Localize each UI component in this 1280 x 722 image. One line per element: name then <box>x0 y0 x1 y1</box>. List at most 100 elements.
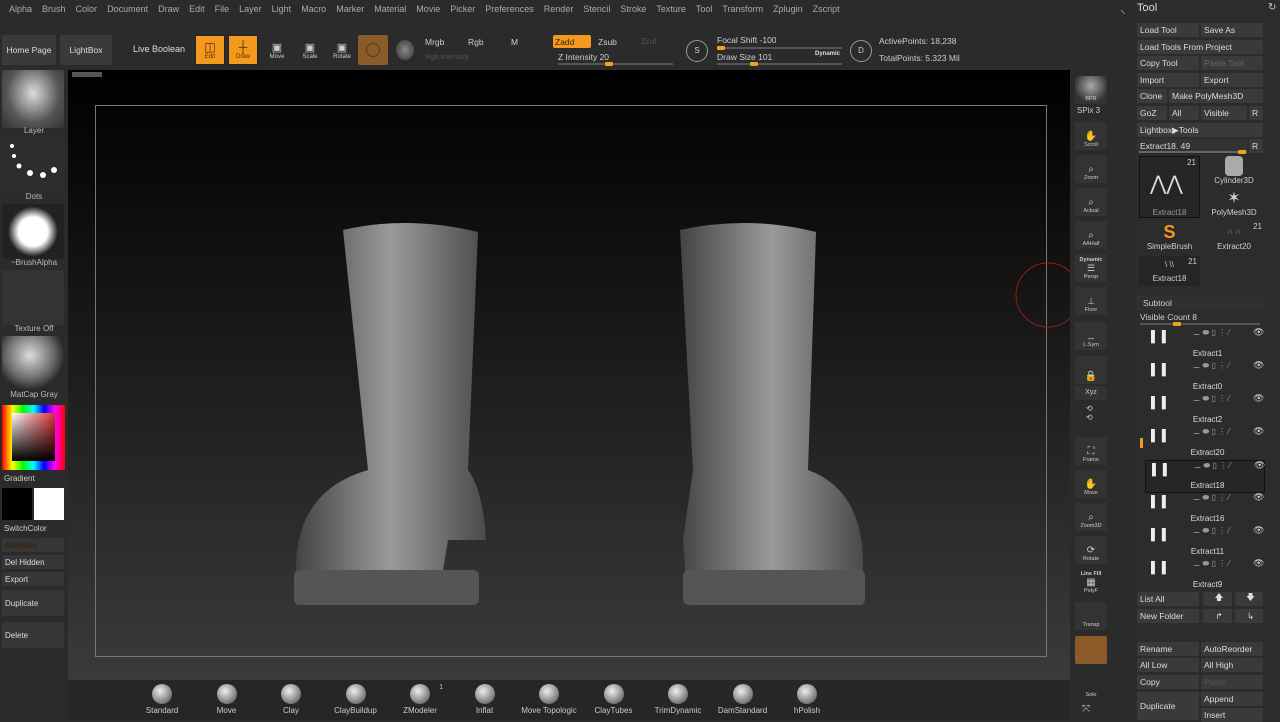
eye-icon[interactable]: 👁 <box>1254 460 1265 471</box>
scale-button[interactable]: ▣ Scale <box>295 35 325 65</box>
auto-reorder-button[interactable]: AutoReorder <box>1201 642 1263 656</box>
make-polymesh-button[interactable]: Make PolyMesh3D <box>1169 89 1263 103</box>
brush-move-topologic[interactable]: Move Topologic <box>514 684 584 715</box>
goz-visible-button[interactable]: Visible <box>1201 106 1247 120</box>
lock-button[interactable]: 🔒 <box>1075 356 1107 384</box>
export-tool-button[interactable]: Export <box>1201 73 1263 87</box>
eye-icon[interactable]: 👁 <box>1253 360 1264 371</box>
material-swatch[interactable] <box>358 35 388 65</box>
zadd-button[interactable]: Zadd <box>553 35 591 48</box>
brush-claytubes[interactable]: ClayTubes <box>579 684 649 715</box>
menu-render[interactable]: Render <box>539 4 579 14</box>
lazy-mouse-s-icon[interactable]: S <box>686 40 708 62</box>
aahalf-button[interactable]: ⌕ AAHalf <box>1075 221 1107 249</box>
spix-slider[interactable]: SPix 3 <box>1077 106 1100 115</box>
secondary-color[interactable] <box>2 488 32 520</box>
list-all-button[interactable]: List All <box>1137 592 1199 606</box>
lightbox-button[interactable]: LightBox <box>60 35 112 65</box>
stroke-dots-thumb[interactable] <box>2 138 64 193</box>
goz-button[interactable]: GoZ <box>1137 106 1167 120</box>
brush-clay[interactable]: Clay <box>256 684 326 715</box>
all-high-button[interactable]: All High <box>1201 658 1263 672</box>
eye-icon[interactable]: 👁 <box>1253 558 1264 569</box>
tool-thumb-cylinder3d[interactable]: Cylinder3D <box>1203 156 1265 188</box>
scroll-handle[interactable] <box>72 72 102 77</box>
mrgb-button[interactable]: Mrgb <box>425 37 444 47</box>
gradient-label[interactable]: Gradient <box>4 474 35 483</box>
delete-button[interactable]: Delete <box>2 622 64 648</box>
folder-in-button[interactable]: ↱ <box>1203 609 1232 623</box>
zsub-button[interactable]: Zsub <box>598 37 617 47</box>
dynamic-d-icon[interactable]: D <box>850 40 872 62</box>
copy-subtool-button[interactable]: Copy <box>1137 675 1199 689</box>
subtool-toggles[interactable]: ⚊ ⬬ ▯ ⋮ ⁄ <box>1193 427 1230 437</box>
color-picker[interactable] <box>2 405 65 470</box>
layer-brush-thumb[interactable] <box>2 70 64 128</box>
persp-button[interactable]: Dynamic ☰ Persp <box>1075 254 1107 282</box>
edit-button[interactable]: ◫ Edit <box>195 35 225 65</box>
floor-button[interactable]: ⊥ Floor <box>1075 287 1107 315</box>
goz-r-button[interactable]: R <box>1249 106 1263 120</box>
menu-light[interactable]: Light <box>267 4 297 14</box>
live-boolean-button[interactable]: Live Boolean <box>133 44 185 54</box>
solo-button[interactable]: Solo <box>1075 672 1107 700</box>
import-button[interactable]: Import <box>1137 73 1199 87</box>
brush-hpolish[interactable]: hPolish <box>772 684 842 715</box>
rgb-intensity-slider[interactable]: Rgb Intensity <box>425 52 469 61</box>
rotate-button[interactable]: ▣ Rotate <box>327 35 357 65</box>
export-button[interactable]: Export <box>2 572 64 586</box>
brush-zmodeler[interactable]: ZModeler 1 <box>385 684 455 715</box>
rotate-view-button[interactable]: ⟳ Rotate <box>1075 536 1107 564</box>
subtool-toggles[interactable]: ⚊ ⬬ ▯ ⋮ ⁄ <box>1193 394 1230 404</box>
zoom-button[interactable]: ⌕ Zoom <box>1075 155 1107 183</box>
frame-button[interactable]: ⛶ Frame <box>1075 437 1107 465</box>
move-view-button[interactable]: ✋ Move <box>1075 470 1107 498</box>
menu-stencil[interactable]: Stencil <box>578 4 615 14</box>
ghost-button[interactable] <box>1075 636 1107 664</box>
subtool-toggles[interactable]: ⚊ ⬬ ▯ ⋮ ⁄ <box>1194 461 1231 471</box>
paste-tool-button[interactable]: Paste Tool <box>1201 56 1263 70</box>
m-button[interactable]: M <box>511 37 518 47</box>
copy-tool-button[interactable]: Copy Tool <box>1137 56 1199 70</box>
menu-movie[interactable]: Movie <box>411 4 445 14</box>
focal-shift-slider[interactable] <box>717 46 842 50</box>
menu-file[interactable]: File <box>210 4 235 14</box>
menu-marker[interactable]: Marker <box>331 4 369 14</box>
append-button[interactable]: Append <box>1201 692 1263 706</box>
menu-preferences[interactable]: Preferences <box>480 4 539 14</box>
rename-button[interactable]: Rename <box>1137 642 1199 656</box>
move-down-button[interactable]: 🡇 <box>1235 592 1263 606</box>
subtool-toggles[interactable]: ⚊ ⬬ ▯ ⋮ ⁄ <box>1193 328 1230 338</box>
menu-picker[interactable]: Picker <box>445 4 480 14</box>
lightbox-tools-button[interactable]: Lightbox▶Tools <box>1137 123 1263 137</box>
new-folder-button[interactable]: New Folder <box>1137 609 1199 623</box>
all-low-button[interactable]: All Low <box>1137 658 1199 672</box>
eye-icon[interactable]: 👁 <box>1253 327 1264 338</box>
duplicate-button[interactable]: Duplicate <box>2 590 64 616</box>
menu-edit[interactable]: Edit <box>184 4 210 14</box>
brush-claybuildup[interactable]: ClayBuildup <box>321 684 391 715</box>
dynamic-toggle[interactable]: Dynamic <box>815 51 840 57</box>
eye-icon[interactable]: 👁 <box>1253 492 1264 503</box>
primary-color[interactable] <box>34 488 64 520</box>
save-as-button[interactable]: Save As <box>1201 23 1263 37</box>
brush-inflat[interactable]: Inflat <box>450 684 520 715</box>
menu-tool[interactable]: Tool <box>691 4 718 14</box>
scroll-button[interactable]: ✋ Scroll <box>1075 122 1107 150</box>
menu-brush[interactable]: Brush <box>37 4 71 14</box>
menu-draw[interactable]: Draw <box>153 4 184 14</box>
tool-thumb-extract18-small[interactable]: 21 \ \\ Extract18 <box>1139 256 1200 286</box>
tool-r-button[interactable]: R <box>1249 139 1263 153</box>
brush-damstandard[interactable]: DamStandard <box>708 684 778 715</box>
menu-alpha[interactable]: Alpha <box>4 4 37 14</box>
brush-move[interactable]: Move <box>192 684 262 715</box>
menu-stroke[interactable]: Stroke <box>615 4 651 14</box>
move-up-button[interactable]: 🡅 <box>1203 592 1232 606</box>
menu-material[interactable]: Material <box>369 4 411 14</box>
brush-standard[interactable]: Standard <box>127 684 197 715</box>
alpha-thumb[interactable] <box>2 204 64 259</box>
tool-thumb-simplebrush[interactable]: S SimpleBrush <box>1139 222 1200 254</box>
eye-icon[interactable]: 👁 <box>1253 393 1264 404</box>
home-page-button[interactable]: Home Page <box>2 35 56 65</box>
folder-out-button[interactable]: ↳ <box>1235 609 1263 623</box>
